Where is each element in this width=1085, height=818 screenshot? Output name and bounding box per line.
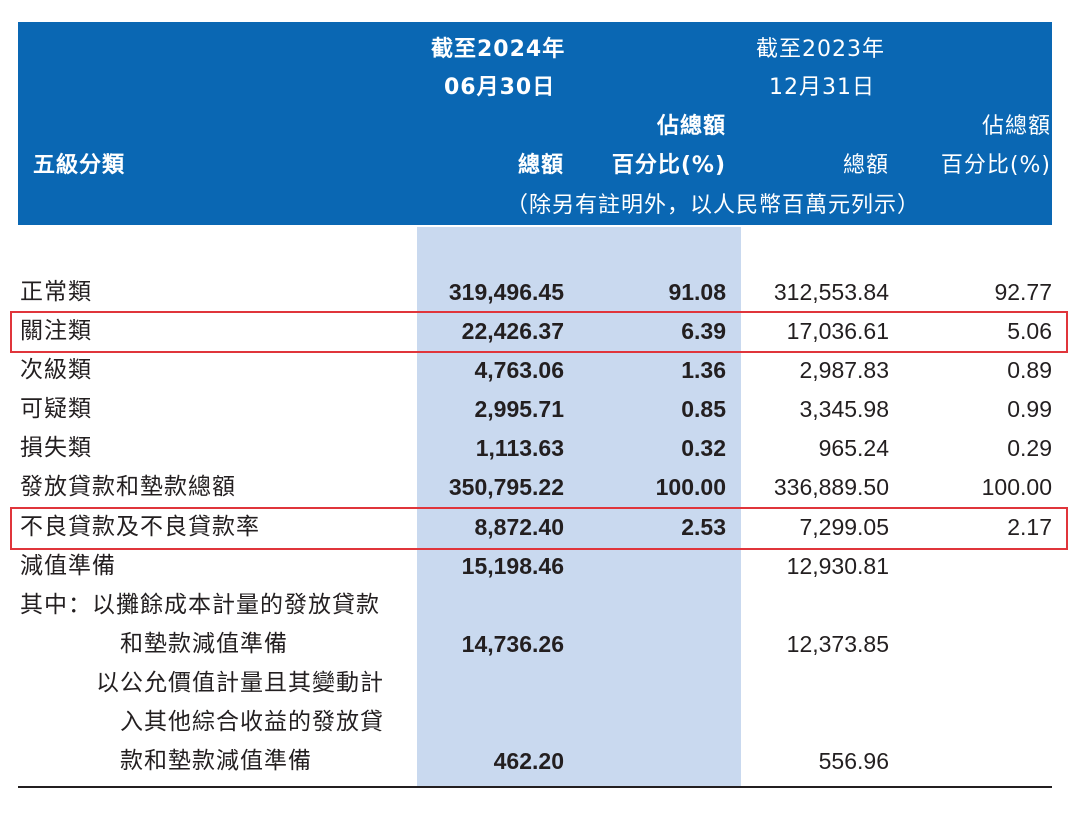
table-row: 關注類 22,426.37 6.39 17,036.61 5.06 [0, 312, 1085, 351]
cell-total-2023: 3,345.98 [799, 396, 889, 422]
table-row: 款和墊款減值準備 462.20 556.96 [0, 742, 1085, 781]
cell-total-2023: 312,553.84 [773, 279, 889, 305]
row-label: 發放貸款和墊款總額 [20, 474, 236, 500]
cell-total-2023: 12,373.85 [786, 631, 889, 657]
cell-pct-2023: 0.29 [1007, 435, 1052, 461]
cell-pct-2023: 92.77 [994, 279, 1052, 305]
cell-pct-2024: 1.36 [681, 357, 726, 383]
header-2023-line2: 12月31日 [769, 75, 875, 100]
cell-total-2024: 1,113.63 [475, 435, 564, 461]
row-label: 正常類 [20, 279, 92, 305]
table-row: 不良貸款及不良貸款率 8,872.40 2.53 7,299.05 2.17 [0, 508, 1085, 547]
cell-total-2023: 7,299.05 [799, 514, 889, 540]
cell-total-2024: 8,872.40 [474, 514, 564, 540]
table-row: 減值準備 15,198.46 12,930.81 [0, 547, 1085, 586]
cell-pct-2024: 0.32 [681, 435, 726, 461]
cell-total-2024: 350,795.22 [448, 474, 564, 500]
header-2023-line1: 截至2023年 [756, 37, 885, 62]
table-row: 入其他綜合收益的發放貸 [0, 703, 1085, 742]
cell-pct-2023: 2.17 [1007, 514, 1052, 540]
table-row: 以公允價值計量且其變動計 [0, 664, 1085, 703]
cell-total-2023: 556.96 [818, 748, 889, 774]
cell-total-2024: 14,736.26 [461, 631, 564, 657]
row-label: 減值準備 [20, 553, 116, 579]
unit-note: （除另有註明外，以人民幣百萬元列示） [506, 193, 921, 218]
header-pct-top-2024: 佔總額 [656, 114, 726, 139]
cell-total-2023: 336,889.50 [773, 474, 889, 500]
cell-pct-2024: 6.39 [681, 318, 726, 344]
cell-pct-2023: 0.99 [1007, 396, 1052, 422]
cell-pct-2023: 100.00 [981, 474, 1052, 500]
row-label: 次級類 [20, 357, 92, 383]
cell-total-2024: 319,496.45 [448, 279, 564, 305]
cell-pct-2024: 2.53 [681, 514, 726, 540]
table-row: 可疑類 2,995.71 0.85 3,345.98 0.99 [0, 390, 1085, 429]
header-category: 五級分類 [33, 153, 126, 178]
header-pct-top-2023: 佔總額 [981, 114, 1051, 139]
cell-total-2024: 4,763.06 [474, 357, 564, 383]
cell-total-2023: 17,036.61 [786, 318, 889, 344]
cell-total-2023: 965.24 [818, 435, 889, 461]
table-row: 和墊款減值準備 14,736.26 12,373.85 [0, 625, 1085, 664]
cell-total-2024: 15,198.46 [461, 553, 564, 579]
table-row: 正常類 319,496.45 91.08 312,553.84 92.77 [0, 273, 1085, 312]
row-label: 損失類 [20, 435, 92, 461]
row-label: 關注類 [20, 318, 92, 344]
row-label: 款和墊款減值準備 [120, 748, 312, 774]
header-2024-line2: 06月30日 [444, 75, 556, 100]
cell-pct-2024: 91.08 [668, 279, 726, 305]
header-pct-2023: 百分比(%) [940, 153, 1051, 178]
row-label: 以公允價值計量且其變動計 [96, 670, 384, 696]
header-total-2024: 總額 [517, 153, 564, 178]
table-row: 損失類 1,113.63 0.32 965.24 0.29 [0, 429, 1085, 468]
table-header: 截至2024年 06月30日 截至2023年 12月31日 佔總額 佔總額 五級… [18, 22, 1052, 225]
cell-total-2024: 2,995.71 [474, 396, 564, 422]
header-pct-2024: 百分比(%) [611, 153, 726, 178]
cell-pct-2023: 0.89 [1007, 357, 1052, 383]
row-label: 可疑類 [20, 396, 92, 422]
cell-pct-2024: 0.85 [681, 396, 726, 422]
cell-total-2024: 22,426.37 [461, 318, 564, 344]
row-label: 和墊款減值準備 [120, 631, 288, 657]
row-label: 其中：以攤餘成本計量的發放貸款 [20, 592, 380, 618]
table-row: 其中：以攤餘成本計量的發放貸款 [0, 586, 1085, 625]
table-bottom-rule [18, 786, 1052, 788]
header-2024-line1: 截至2024年 [431, 37, 566, 62]
cell-total-2023: 12,930.81 [786, 553, 889, 579]
cell-pct-2024: 100.00 [655, 474, 726, 500]
row-label: 入其他綜合收益的發放貸 [120, 709, 384, 735]
table-row: 次級類 4,763.06 1.36 2,987.83 0.89 [0, 351, 1085, 390]
cell-pct-2023: 5.06 [1007, 318, 1052, 344]
cell-total-2023: 2,987.83 [799, 357, 889, 383]
row-label: 不良貸款及不良貸款率 [20, 514, 260, 540]
header-total-2023: 總額 [842, 153, 889, 178]
table-row: 發放貸款和墊款總額 350,795.22 100.00 336,889.50 1… [0, 468, 1085, 507]
cell-total-2024: 462.20 [493, 748, 564, 774]
